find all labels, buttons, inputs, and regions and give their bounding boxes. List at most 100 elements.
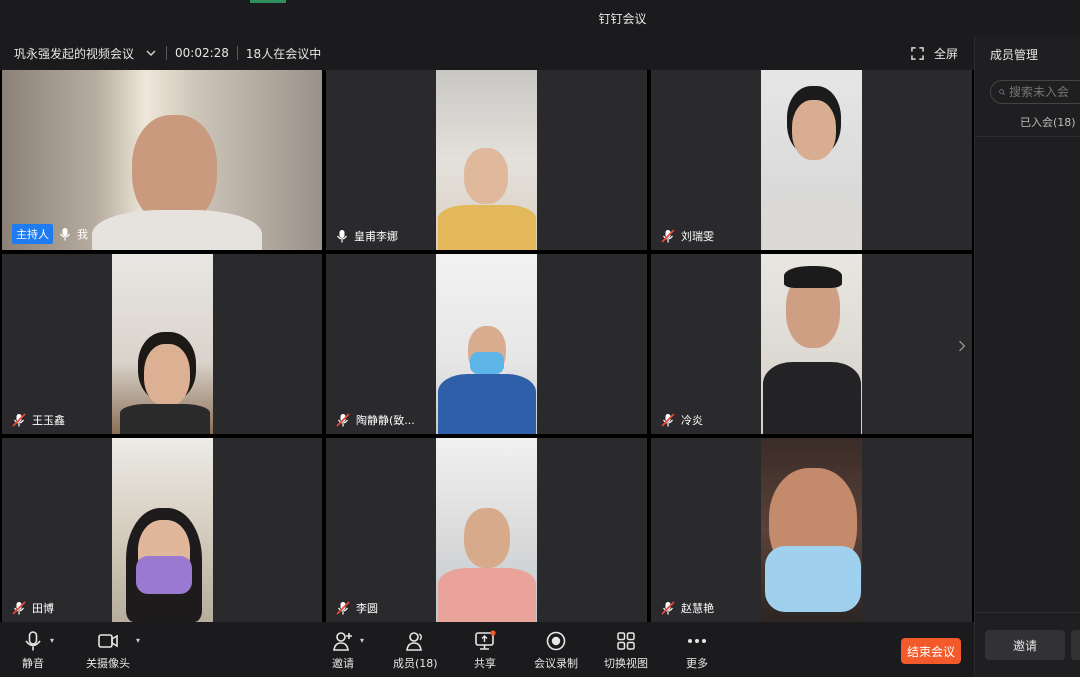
divider: [236, 46, 238, 60]
participant-shirt: [438, 205, 536, 250]
video-tile[interactable]: 冷炎: [651, 254, 972, 434]
microphone-muted-icon: [661, 229, 675, 243]
participant-shirt: [763, 362, 861, 434]
record-icon: [546, 631, 566, 651]
participant-name: 我: [77, 228, 88, 241]
mute-label: 静音: [22, 657, 44, 670]
end-meeting-button[interactable]: 结束会议: [901, 638, 961, 664]
microphone-muted-icon: [12, 601, 26, 615]
chevron-down-icon[interactable]: ▾: [360, 636, 364, 645]
record-label: 会议录制: [534, 657, 578, 670]
participant-name: 刘瑞雯: [681, 230, 714, 243]
participant-name: 冷炎: [681, 414, 703, 427]
video-tile[interactable]: 刘瑞雯: [651, 70, 972, 250]
record-button[interactable]: 会议录制: [534, 630, 578, 671]
more-button[interactable]: 更多: [686, 630, 708, 671]
meeting-title[interactable]: 巩永强发起的视频会议: [14, 45, 134, 62]
video-grid: 主持人 我 皇甫李娜 刘瑞雯 王玉鑫 陶静静(致... 冷炎 田博 李圆 赵慧艳: [0, 70, 974, 622]
more-icon: [688, 639, 706, 643]
joined-tab[interactable]: 已入会(18): [1020, 114, 1076, 130]
chevron-down-icon[interactable]: [144, 46, 158, 60]
participant-shirt: [438, 568, 536, 622]
members-icon: [406, 632, 423, 651]
member-search-input[interactable]: [1009, 85, 1080, 99]
microphone-muted-icon: [336, 601, 350, 615]
divider: [166, 46, 168, 60]
panel-invite-button[interactable]: 邀请: [985, 630, 1065, 660]
participant-name: 田博: [32, 602, 54, 615]
window-title: 钉钉会议: [598, 12, 647, 26]
share-button[interactable]: 共享: [474, 630, 496, 671]
microphone-icon: [60, 228, 70, 241]
video-tile[interactable]: 李圆: [326, 438, 647, 622]
invite-button[interactable]: ▾ 邀请: [332, 630, 364, 671]
fullscreen-label: 全屏: [933, 46, 958, 61]
switch-view-label: 切换视图: [604, 657, 648, 670]
participant-name: 王玉鑫: [32, 414, 65, 427]
participant-face: [132, 115, 217, 225]
switch-view-button[interactable]: 切换视图: [604, 630, 648, 671]
video-tile[interactable]: 陶静静(致...: [326, 254, 647, 434]
participant-mask: [765, 546, 861, 612]
participant-label: 冷炎: [661, 412, 703, 428]
participant-label: 主持人 我: [12, 224, 88, 244]
panel-title: 成员管理: [990, 48, 1039, 62]
divider: [975, 136, 1080, 137]
microphone-muted-icon: [336, 413, 350, 427]
members-button[interactable]: 成员(18): [393, 630, 438, 671]
fullscreen-icon: [911, 46, 924, 60]
participant-name: 皇甫李娜: [354, 230, 398, 243]
video-tile[interactable]: 王玉鑫: [2, 254, 322, 434]
camera-button[interactable]: ▾ 关摄像头: [86, 630, 140, 671]
video-tile[interactable]: 皇甫李娜: [326, 70, 647, 250]
participant-count: 18人在会议中: [245, 46, 322, 61]
invite-label: 邀请: [332, 657, 354, 670]
participant-label: 皇甫李娜: [336, 228, 398, 244]
mute-button[interactable]: ▾ 静音: [22, 630, 54, 671]
microphone-icon: [25, 631, 41, 651]
participant-label: 李圆: [336, 600, 378, 616]
participant-label: 田博: [12, 600, 54, 616]
microphone-muted-icon: [12, 413, 26, 427]
participant-name: 李圆: [356, 602, 378, 615]
meeting-timer: 00:02:28: [175, 46, 229, 60]
divider: [975, 612, 1080, 613]
camera-label: 关摄像头: [86, 657, 130, 670]
video-tile[interactable]: 田博: [2, 438, 322, 622]
participant-label: 王玉鑫: [12, 412, 65, 428]
microphone-icon: [337, 230, 347, 243]
participant-shirt: [763, 195, 861, 250]
meeting-info-bar: 巩永强发起的视频会议 00:02:28 18人在会议中 全屏: [0, 36, 974, 70]
participant-face: [464, 508, 510, 568]
member-panel: 成员管理 已入会(18) 邀请: [974, 36, 1080, 677]
share-label: 共享: [474, 657, 496, 670]
more-label: 更多: [686, 657, 708, 670]
participant-shirt: [120, 404, 210, 434]
participant-shirt: [92, 210, 262, 250]
grid-view-icon: [617, 632, 635, 650]
microphone-muted-icon: [661, 601, 675, 615]
members-label: 成员(18): [393, 657, 438, 670]
fullscreen-button[interactable]: 全屏: [911, 45, 958, 62]
next-page-button[interactable]: [953, 318, 971, 374]
search-icon: [999, 89, 1005, 95]
member-search[interactable]: [990, 80, 1080, 104]
participant-face: [144, 344, 190, 406]
participant-face: [792, 100, 836, 160]
participant-shirt: [438, 374, 536, 434]
participant-hair: [784, 266, 842, 288]
panel-secondary-button[interactable]: [1071, 630, 1080, 660]
host-badge: 主持人: [12, 224, 53, 244]
participant-name: 陶静静(致...: [356, 414, 415, 427]
chevron-right-icon: [959, 340, 966, 352]
participant-mask: [470, 352, 504, 374]
participant-label: 赵慧艳: [661, 600, 714, 616]
participant-face: [464, 148, 508, 204]
chevron-down-icon[interactable]: ▾: [136, 636, 140, 645]
participant-label: 刘瑞雯: [661, 228, 714, 244]
video-tile-host[interactable]: 主持人 我: [2, 70, 322, 250]
chevron-down-icon[interactable]: ▾: [50, 636, 54, 645]
meeting-toolbar: ▾ 静音 ▾ 关摄像头 ▾ 邀请 成员(18) 共享 会议录制 切换视图 更多 …: [0, 622, 974, 677]
video-tile[interactable]: 赵慧艳: [651, 438, 972, 622]
camera-icon: [98, 634, 118, 648]
